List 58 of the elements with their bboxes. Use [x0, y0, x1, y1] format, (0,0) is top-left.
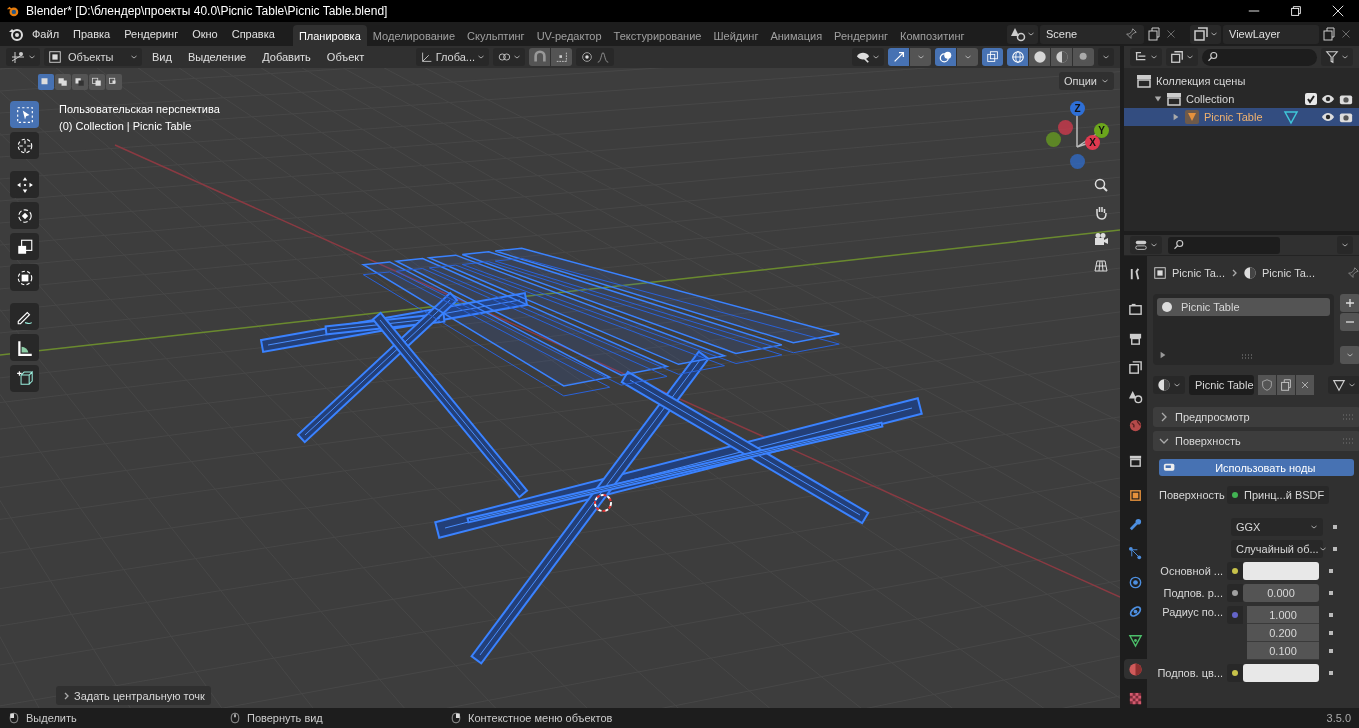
field-label: Радиус по... [1161, 606, 1224, 618]
panel-title: Предпросмотр [1175, 411, 1250, 423]
workspace-tab[interactable]: Текстурирование [607, 25, 708, 46]
number-field[interactable]: 0.100 [1247, 642, 1319, 660]
panel-title: Поверхность [1175, 435, 1241, 447]
workspace-tab[interactable]: Композитинг [894, 25, 971, 46]
breadcrumb-item[interactable]: Picnic Ta... [1172, 267, 1225, 279]
outliner-row[interactable]: Collection [1124, 90, 1359, 108]
window-title: Blender* [D:\блендер\проекты 40.0\Picnic Table\Picnic Table.blend] [26, 4, 388, 18]
menu-item[interactable]: Окно [186, 25, 224, 43]
dropdown[interactable]: GGX [1231, 518, 1323, 536]
workspace-tab[interactable]: Моделирование [366, 25, 462, 46]
status-hint: Повернуть вид [247, 712, 323, 724]
field-label: Подпов. цв... [1156, 667, 1224, 679]
field-label: Подпов. р... [1162, 587, 1224, 599]
workspace-tab[interactable]: UV-редактор [530, 25, 608, 46]
panel-header[interactable]: Предпросмотр [1153, 407, 1359, 427]
collection-info: (0) Collection | Picnic Table [59, 119, 193, 134]
version-label: 3.5.0 [1326, 712, 1351, 724]
workspace-tab[interactable]: Планировка [292, 25, 367, 46]
number-field[interactable]: 0.200 [1247, 624, 1319, 642]
menu-item[interactable]: Объект [320, 48, 371, 66]
view-layer-field[interactable]: ViewLayer [1223, 24, 1319, 44]
workspace-tab[interactable]: Анимация [764, 25, 829, 46]
panel-header[interactable]: Поверхность [1153, 431, 1359, 451]
menu-item[interactable]: Файл [26, 25, 66, 43]
material-slot[interactable]: Picnic Table [1157, 298, 1330, 316]
options-dropdown[interactable]: Опции [1058, 72, 1114, 90]
link-field[interactable]: Принц...й BSDF [1227, 486, 1330, 504]
menu-item[interactable]: Добавить [256, 48, 317, 66]
workspace-tab[interactable]: Скульптинг [461, 25, 531, 46]
mode-dropdown[interactable]: Объекты [44, 48, 142, 66]
axis-label[interactable]: X [1085, 135, 1100, 150]
menu-item[interactable]: Вид [146, 48, 178, 66]
last-operator-panel[interactable]: Задать центральную точк [56, 686, 211, 705]
outliner-row[interactable]: Коллекция сцены [1124, 72, 1359, 90]
workspace-tab[interactable]: Шейдинг [707, 25, 765, 46]
use-nodes-button[interactable]: Использовать ноды [1159, 459, 1354, 476]
number-field[interactable]: 0.000 [1243, 584, 1319, 602]
menu-item[interactable]: Выделение [181, 48, 253, 66]
workspace-tab[interactable]: Рендеринг [828, 25, 895, 46]
axis-label[interactable]: Y [1094, 123, 1109, 138]
number-field[interactable]: 1.000 [1247, 606, 1319, 624]
orientation-dropdown[interactable]: Глоба... [415, 48, 489, 66]
view-name: Пользовательская перспектива [59, 102, 220, 117]
material-name-field[interactable]: Picnic Table [1189, 375, 1254, 395]
axis-label[interactable]: Z [1070, 101, 1085, 116]
outliner-row[interactable]: Picnic Table [1124, 108, 1359, 126]
field-label: Основной ... [1159, 565, 1224, 577]
status-hint: Выделить [26, 712, 77, 724]
menu-item[interactable]: Рендеринг [118, 25, 185, 43]
status-hint: Контекстное меню объектов [468, 712, 613, 724]
menu-item[interactable]: Правка [67, 25, 117, 43]
dropdown[interactable]: Случайный об... [1231, 540, 1323, 558]
scene-field[interactable]: Scene [1040, 24, 1144, 44]
menu-item[interactable]: Справка [225, 25, 281, 43]
breadcrumb-item[interactable]: Picnic Ta... [1262, 267, 1315, 279]
field-label: Поверхность [1158, 489, 1225, 501]
